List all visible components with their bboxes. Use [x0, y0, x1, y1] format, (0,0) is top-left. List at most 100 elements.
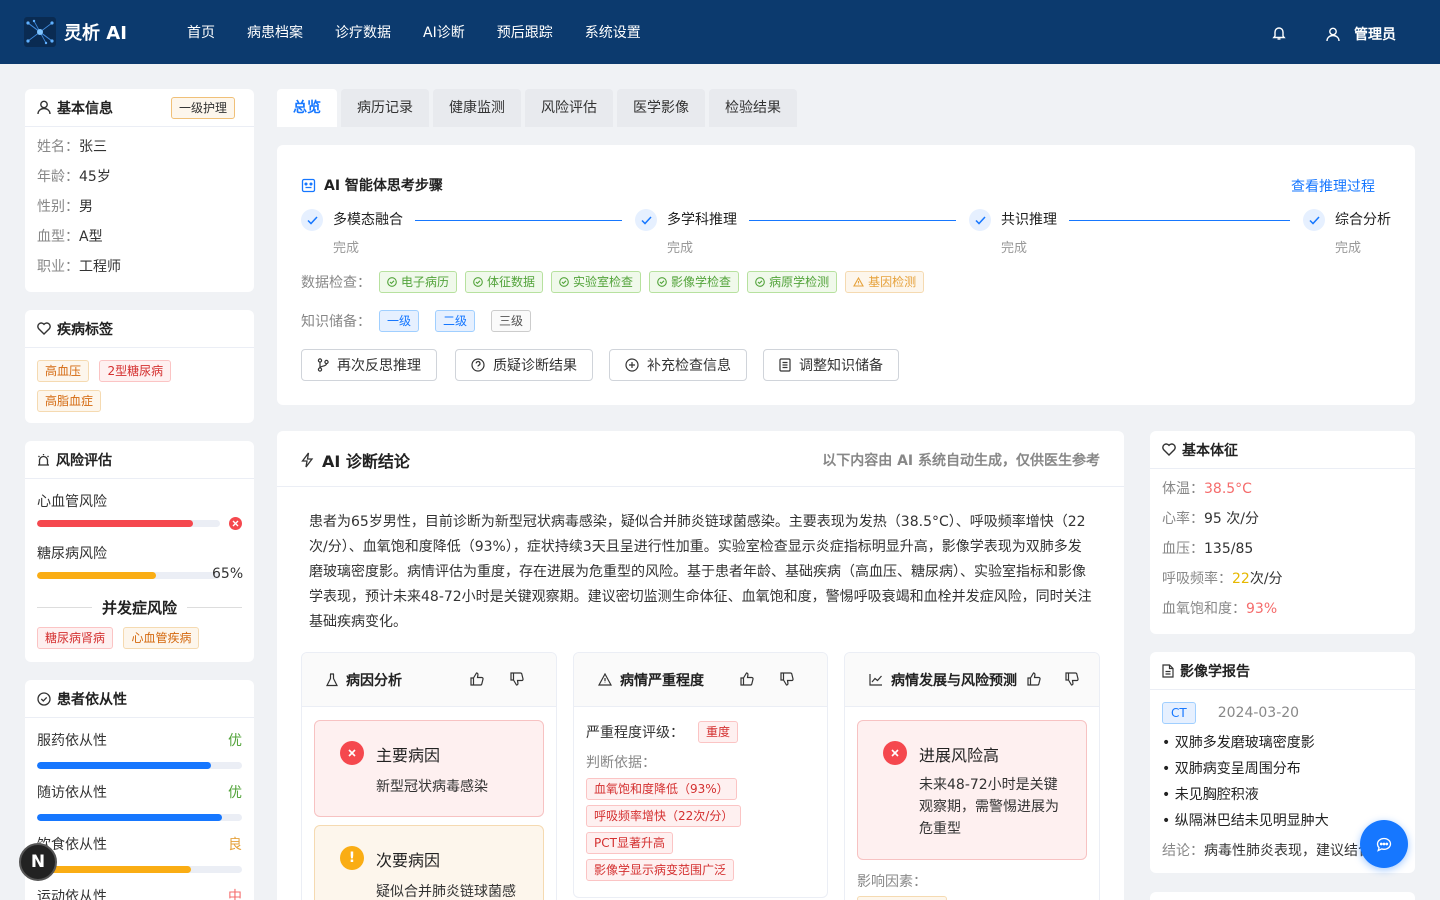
nav-clinical-data[interactable]: 诊疗数据: [319, 22, 407, 42]
tab-medical-imaging[interactable]: 医学影像: [617, 89, 705, 127]
add-check-info-button[interactable]: 补充检查信息: [609, 349, 747, 381]
progression-risk-title: 进展风险高: [919, 746, 1000, 765]
vital-respiratory-rate: 呼吸频率：22次/分: [1162, 571, 1283, 587]
warning-icon: [853, 277, 865, 287]
tab-health-monitoring[interactable]: 健康监测: [433, 89, 521, 127]
vital-temperature: 体温：38.5°C: [1162, 481, 1252, 497]
nav-ai-diagnosis[interactable]: AI诊断: [407, 22, 481, 42]
disease-tags-card: 疾病标签 高血压 2型糖尿病 高脂血症: [25, 310, 254, 423]
thumb-down-icon[interactable]: [510, 672, 524, 686]
nav-prognosis[interactable]: 预后跟踪: [481, 22, 569, 42]
adherence-row: 饮食依从性良: [37, 834, 242, 873]
exclamation-icon: !: [340, 846, 364, 870]
progression-risk-text: 未来48-72小时是关键 观察期，需警惕进展为 危重型: [919, 777, 1059, 837]
conclusion-note: 以下内容由 AI 系统自动生成，仅供医生参考: [822, 453, 1100, 469]
user-menu[interactable]: 管理员: [1326, 24, 1396, 44]
thumb-up-icon[interactable]: [1027, 672, 1041, 686]
thinking-title: AI 智能体思考步骤: [324, 178, 443, 194]
adherence-title: 患者依从性: [57, 691, 127, 708]
re-reflect-button[interactable]: 再次反思推理: [301, 349, 437, 381]
tab-overview[interactable]: 总览: [277, 89, 337, 127]
tab-medical-records[interactable]: 病历记录: [341, 89, 429, 127]
cardio-risk-bar: [37, 520, 220, 527]
vital-heart-rate: 心率：95 次/分: [1162, 511, 1259, 527]
nav-settings[interactable]: 系统设置: [569, 22, 657, 42]
heart-icon: [1162, 443, 1176, 456]
disease-tag: 2型糖尿病: [99, 360, 172, 382]
conclusion-text: 患者为65岁男性，目前诊断为新型冠状病毒感染，疑似合并肺炎链球菌感染。主要表现为…: [309, 514, 1092, 630]
plus-circle-icon: [625, 358, 639, 372]
document-icon: [1162, 663, 1174, 678]
check-icon: [301, 209, 323, 231]
step-multidisciplinary-reasoning: 多学科推理 完成: [635, 209, 737, 256]
imaging-conclusion: 结论：病毒性肺炎表现，建议结合: [1162, 843, 1372, 859]
vitals-card: 基本体征 体温：38.5°C 心率：95 次/分 血压：135/85 呼吸频率：…: [1150, 431, 1415, 634]
diabetes-risk-fill: [37, 572, 156, 579]
check-icon: [1303, 209, 1325, 231]
complication-tag: 心血管疾病: [123, 627, 200, 649]
cardio-risk-label: 心血管风险: [37, 494, 107, 510]
info-row-gender: 性别：男: [37, 199, 93, 215]
app-logo[interactable]: 灵析 AI: [24, 17, 127, 47]
basic-info-title: 基本信息: [57, 100, 113, 117]
chat-button[interactable]: [1360, 820, 1408, 868]
diabetes-risk-label: 糖尿病风险: [37, 546, 107, 562]
disease-tag: 高脂血症: [37, 390, 102, 412]
question-diagnosis-button[interactable]: 质疑诊断结果: [455, 349, 593, 381]
content-tabs: 总览 病历记录 健康监测 风险评估 医学影像 检验结果: [277, 89, 797, 127]
nav-patient-records[interactable]: 病患档案: [231, 22, 319, 42]
heart-icon: [37, 322, 51, 335]
vital-spo2: 血氧饱和度：93%: [1162, 601, 1278, 617]
severity-card: 病情严重程度 严重程度评级： 重度 判断依据： 血氧饱和度降低（93%） 呼吸频…: [573, 652, 828, 898]
thumb-down-icon[interactable]: [780, 672, 794, 686]
imaging-title: 影像学报告: [1180, 663, 1250, 680]
step-connector: [1069, 220, 1290, 221]
avatar-badge[interactable]: N: [19, 843, 57, 881]
ai-conclusion-card: AI 诊断结论 以下内容由 AI 系统自动生成，仅供医生参考 患者为65岁男性，…: [277, 431, 1124, 900]
data-check-tag: 体征数据: [465, 271, 544, 293]
risk-factor-tag: [857, 896, 947, 900]
data-check-tag: 电子病历: [379, 271, 458, 293]
adjust-knowledge-button[interactable]: 调整知识储备: [763, 349, 899, 381]
lightning-icon: [301, 452, 314, 468]
info-row-name: 姓名：张三: [37, 139, 107, 155]
thumb-down-icon[interactable]: [1065, 672, 1079, 686]
basic-info-card: 基本信息 一级护理 姓名：张三 年龄：45岁 性别：男 血型：A型 职业：工程师: [25, 89, 254, 292]
bell-icon[interactable]: [1272, 25, 1286, 41]
thumb-up-icon[interactable]: [740, 672, 754, 686]
primary-cause-box: 主要病因 新型冠状病毒感染: [314, 720, 544, 817]
user-icon: [37, 100, 51, 115]
top-navigation-bar: 灵析 AI 首页 病患档案 诊疗数据 AI诊断 预后跟踪 系统设置 管理员: [0, 0, 1440, 64]
risk-factors-label: 影响因素：: [857, 874, 927, 890]
step-comprehensive-analysis: 综合分析 完成: [1303, 209, 1391, 256]
severity-rating-badge: 重度: [698, 721, 739, 743]
data-check-tag: 病原学检测: [747, 271, 838, 293]
chat-icon: [1376, 837, 1392, 852]
vital-blood-pressure: 血压：135/85: [1162, 541, 1254, 557]
step-connector: [415, 220, 622, 221]
main-nav: 首页 病患档案 诊疗数据 AI诊断 预后跟踪 系统设置: [171, 0, 657, 64]
flask-icon: [326, 672, 338, 687]
knowledge-level-2[interactable]: 二级: [435, 310, 476, 332]
data-check-tag: 实验室检查: [551, 271, 642, 293]
user-name: 管理员: [1354, 27, 1396, 43]
tab-test-results[interactable]: 检验结果: [709, 89, 797, 127]
step-connector: [749, 220, 956, 221]
next-card: [1150, 892, 1415, 900]
app-name: 灵析 AI: [64, 23, 127, 44]
nav-home[interactable]: 首页: [171, 22, 231, 42]
view-reasoning-link[interactable]: 查看推理过程: [1291, 176, 1375, 196]
adherence-row: 运动依从性中: [37, 889, 242, 900]
knowledge-level-1[interactable]: 一级: [379, 310, 420, 332]
tab-risk-assessment[interactable]: 风险评估: [525, 89, 613, 127]
severity-rating-label: 严重程度评级：: [586, 725, 684, 741]
severity-basis-tag: PCT显著升高: [586, 832, 673, 854]
logo-icon: [24, 17, 56, 47]
check-icon: [635, 209, 657, 231]
thumb-up-icon[interactable]: [470, 672, 484, 686]
primary-cause-value: 新型冠状病毒感染: [376, 779, 488, 795]
imaging-findings: • 双肺多发磨玻璃密度影 • 双肺病变呈周围分布 • 未见胸腔积液 • 纵隔淋巴…: [1162, 735, 1329, 829]
vitals-title: 基本体征: [1182, 442, 1238, 459]
list-icon: [779, 358, 791, 372]
knowledge-level-3[interactable]: 三级: [491, 310, 532, 332]
